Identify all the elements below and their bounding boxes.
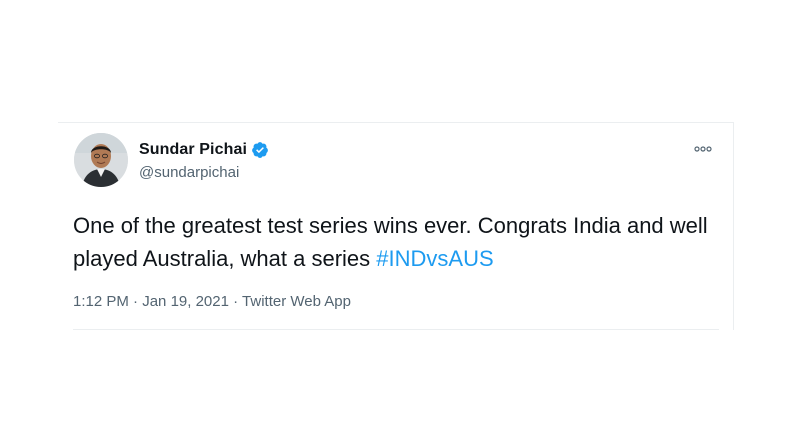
avatar-image [74,133,128,187]
tweet-text: One of the greatest test series wins eve… [73,209,723,275]
more-options-button[interactable] [691,141,715,157]
tweet-date[interactable]: Jan 19, 2021 [142,293,229,310]
tweet-source[interactable]: Twitter Web App [242,293,351,310]
author-name-row[interactable]: Sundar Pichai [139,141,269,159]
author-handle[interactable]: @sundarpichai [139,164,239,181]
more-options-icon [694,146,712,152]
meta-separator: · [133,293,139,310]
tweet-time[interactable]: 1:12 PM [73,293,129,310]
verified-badge-icon [251,141,269,159]
author-display-name[interactable]: Sundar Pichai [139,141,247,159]
tweet-metadata: 1:12 PM · Jan 19, 2021 · Twitter Web App [73,293,351,310]
tweet-card: Sundar Pichai @sundarpichai One of the g… [58,122,734,330]
avatar[interactable] [74,133,128,187]
divider [73,329,719,330]
hashtag-link[interactable]: #INDvsAUS [376,246,493,271]
meta-separator: · [233,293,239,310]
